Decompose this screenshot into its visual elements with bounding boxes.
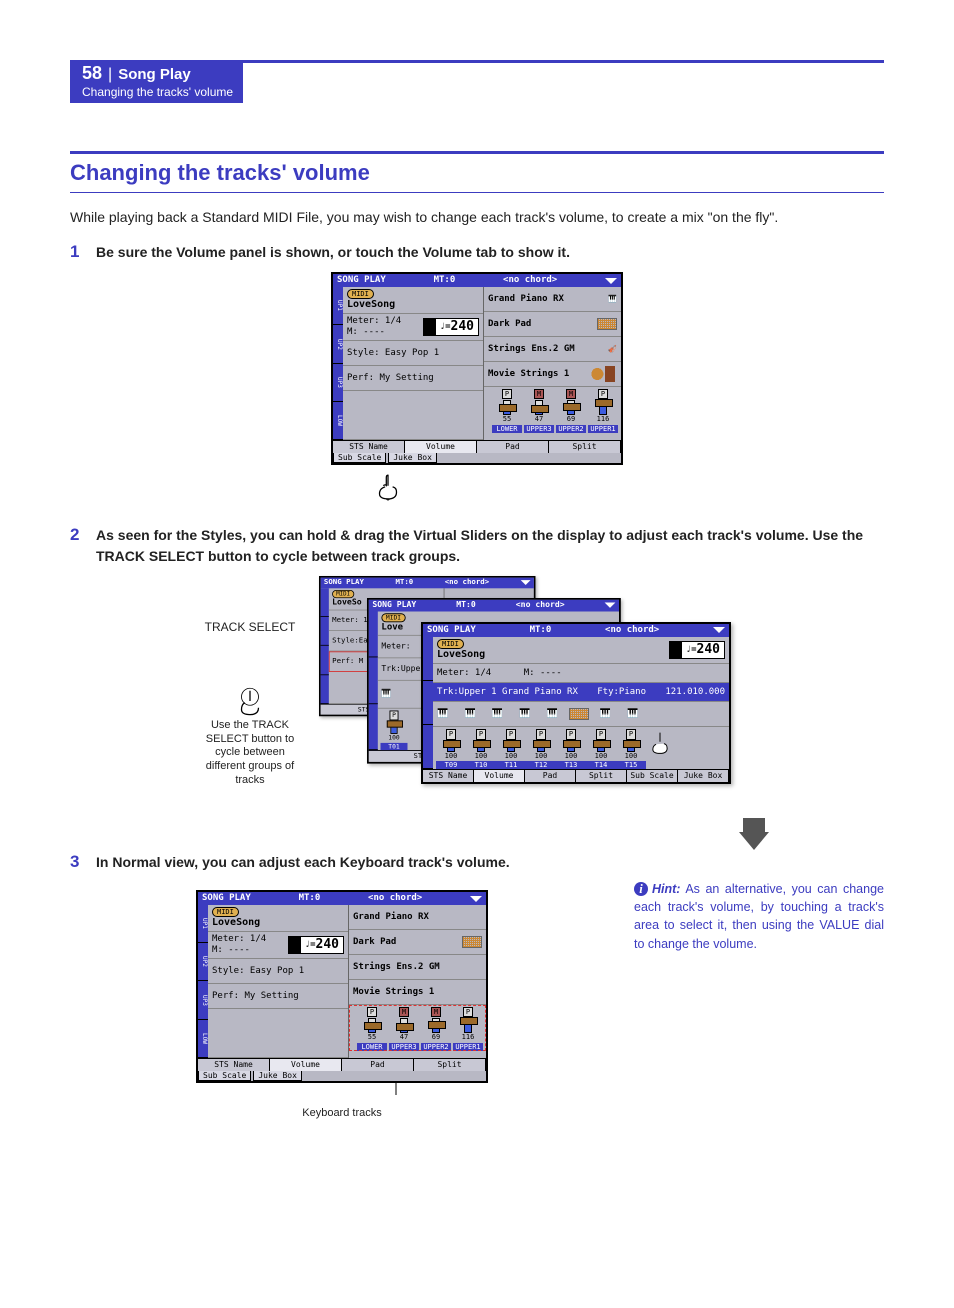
running-header: 58 | Song Play Changing the tracks' volu…: [70, 60, 884, 111]
meter-label: Meter: 1/4: [347, 316, 401, 326]
sound-upper3[interactable]: Strings Ens.2 GM🎻: [484, 337, 621, 362]
tab-split[interactable]: Split: [549, 441, 621, 453]
guitar-icon: [589, 366, 617, 382]
volume-sliders[interactable]: P55LOWER M47UPPER3 M69UPPER2 P116UPPER1: [484, 387, 621, 433]
step-2: 2 As seen for the Styles, you can hold &…: [70, 525, 884, 566]
step-number: 2: [70, 525, 96, 545]
keyboard-sliders-callout[interactable]: P55LOWER M47UPPER3 M69UPPER2 P116UPPER1: [349, 1005, 486, 1051]
step-number: 1: [70, 242, 96, 262]
midi-badge: MIDI: [347, 289, 374, 299]
tab-volume[interactable]: Volume: [405, 441, 477, 453]
hint-sidebar: iHint: As an alternative, you can change…: [634, 880, 884, 953]
info-icon: i: [634, 882, 648, 896]
lcd-chord: <no chord>: [503, 275, 557, 286]
menu-triangle-icon[interactable]: [605, 278, 617, 284]
measure-label: M: ----: [347, 327, 385, 337]
sound-lower[interactable]: Movie Strings 1: [484, 362, 621, 387]
style-cell[interactable]: Style: Easy Pop 1: [343, 341, 483, 366]
tab-sts-name[interactable]: STS Name: [333, 441, 405, 453]
tab-sub-scale[interactable]: Sub Scale: [333, 453, 386, 464]
step-text: Be sure the Volume panel is shown, or to…: [96, 242, 570, 262]
lcd-title: SONG PLAY: [337, 275, 386, 286]
chapter-title: Song Play: [118, 67, 191, 82]
step-text: As seen for the Styles, you can hold & d…: [96, 525, 884, 566]
touch-hand-icon: [233, 683, 267, 719]
track-select-note: TRACK SELECT Use the TRACK SELECT button…: [195, 620, 305, 788]
lcd-mt: MT:0: [434, 275, 456, 286]
perf-cell[interactable]: Perf: My Setting: [343, 366, 483, 391]
header-subheading: Changing the tracks' volume: [82, 85, 233, 99]
page-number: 58: [82, 64, 102, 82]
menu-triangle-icon[interactable]: [470, 896, 482, 902]
bars-icon: [597, 318, 617, 330]
step-text: In Normal view, you can adjust each Keyb…: [96, 852, 510, 872]
step-1: 1 Be sure the Volume panel is shown, or …: [70, 242, 884, 262]
song-name[interactable]: LoveSong: [347, 299, 395, 311]
intro-text: While playing back a Standard MIDI File,…: [70, 207, 884, 228]
tab-juke-box[interactable]: Juke Box: [388, 453, 437, 464]
lcd-screenshot-1: SONG PLAY MT:0 <no chord> UP1 UP2 UP3 LO…: [331, 272, 623, 465]
keyboard-tracks-caption: Keyboard tracks: [196, 1107, 488, 1119]
bottom-tabs[interactable]: STS Name Volume Pad Split: [333, 440, 621, 453]
tab-pad[interactable]: Pad: [477, 441, 549, 453]
lcd-stack: SONG PLAYMT:0<no chord> MIDILoveSo Meter…: [319, 576, 759, 832]
chevron-down-icon: [739, 818, 769, 850]
sound-upper2[interactable]: Dark Pad: [484, 312, 621, 337]
tempo-box[interactable]: ♩=240: [435, 318, 479, 336]
callout-line-icon: [376, 1081, 416, 1097]
section-title: Changing the tracks' volume: [70, 160, 884, 186]
touch-hand-icon: [647, 729, 673, 757]
step-3: 3 In Normal view, you can adjust each Ke…: [70, 852, 884, 872]
lcd-side-tabs[interactable]: UP1 UP2 UP3 LOW: [198, 905, 208, 1058]
lcd-side-tabs[interactable]: UP1 UP2 UP3 LOW: [333, 287, 343, 440]
lcd-screenshot-3: SONG PLAY MT:0 <no chord> UP1 UP2 UP3: [196, 890, 488, 1083]
step-number: 3: [70, 852, 96, 872]
touch-hand-icon: [371, 469, 405, 505]
sound-upper1[interactable]: Grand Piano RX🎹: [484, 287, 621, 312]
